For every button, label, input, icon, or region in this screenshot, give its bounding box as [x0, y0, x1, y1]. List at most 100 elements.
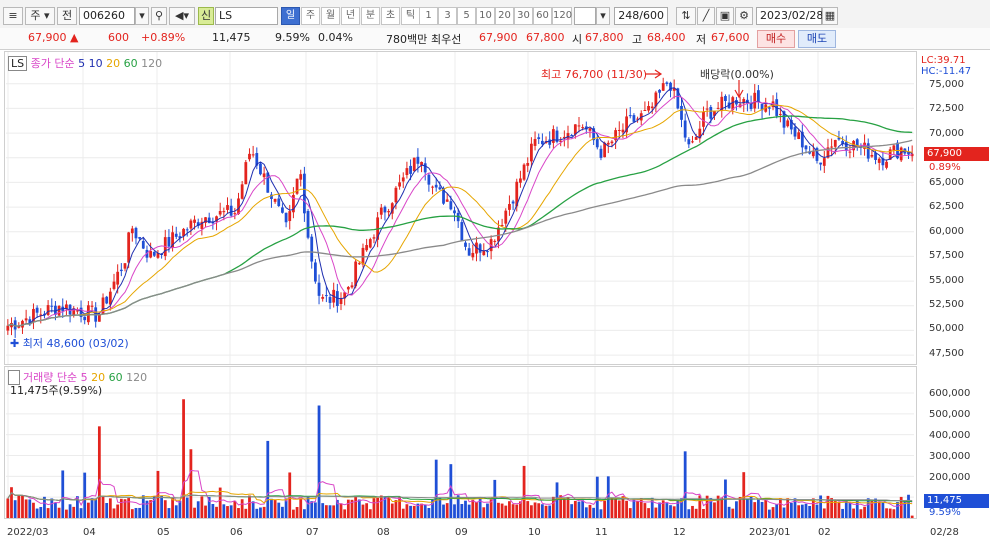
y-label: 50,000	[929, 323, 964, 334]
volume-bar	[108, 498, 112, 518]
volume-bar	[595, 476, 599, 518]
volume-bar	[691, 505, 694, 518]
volume-bar	[313, 502, 317, 518]
x-label: 04	[83, 527, 96, 538]
candle-body	[409, 165, 412, 174]
dividend-arrow	[734, 80, 744, 99]
candle-body	[606, 142, 610, 145]
volume-bar	[332, 505, 336, 518]
volume-bar	[211, 504, 215, 518]
volume-bar	[738, 496, 742, 518]
volume-bar	[804, 503, 808, 518]
volume-bar	[731, 508, 735, 518]
volume-bar	[621, 496, 625, 518]
volume-bar	[215, 506, 218, 518]
candle-body	[617, 129, 621, 131]
volume-bar	[467, 504, 471, 518]
volume-bar	[735, 501, 738, 518]
volume-bar	[72, 506, 76, 518]
volume-bar	[368, 509, 372, 518]
volume-bar	[390, 503, 394, 518]
candle-body	[504, 210, 508, 224]
legend-title: 종가 단순	[30, 57, 75, 70]
candle-body	[57, 305, 61, 316]
candle-body	[486, 251, 489, 253]
volume-bar	[874, 498, 877, 518]
volume-bar	[160, 495, 163, 518]
candle-body	[833, 139, 837, 147]
volume-bar	[866, 498, 870, 518]
volume-bar	[632, 499, 636, 518]
volume-bar	[346, 499, 350, 518]
volume-bar	[398, 496, 401, 518]
volume-bar	[482, 507, 486, 518]
volume-bar	[138, 507, 142, 518]
symbol-tag[interactable]: LS	[8, 56, 28, 71]
stock-chart[interactable]	[0, 0, 990, 544]
volume-bar	[303, 509, 306, 518]
x-label: 06	[230, 527, 243, 538]
volume-bar	[650, 497, 654, 518]
volume-bar	[603, 500, 607, 518]
volume-bar	[599, 509, 603, 518]
candle-body	[218, 210, 222, 215]
candle-body	[427, 174, 431, 185]
candle-body	[90, 305, 94, 307]
x-label: 11	[595, 527, 608, 538]
candle-body	[368, 239, 372, 248]
volume-bar	[540, 504, 544, 518]
volume-bar	[244, 508, 248, 518]
volume-bar	[361, 504, 365, 518]
candle-body	[767, 107, 771, 109]
candle-body	[387, 211, 390, 213]
candle-body	[467, 248, 471, 256]
volume-bar	[196, 501, 200, 518]
volume-bar	[848, 503, 852, 518]
dividend-annotation: 배당락(0.00%)	[700, 68, 774, 81]
candle-body	[431, 186, 434, 188]
volume-bar	[486, 503, 489, 518]
volume-bar	[163, 500, 167, 518]
y-label: 52,500	[929, 299, 964, 310]
candle-body	[112, 281, 116, 289]
volume-bar	[808, 505, 812, 518]
volume-bar	[515, 504, 519, 518]
candle-body	[237, 198, 240, 215]
candle-body	[599, 148, 603, 158]
volume-bar	[321, 503, 325, 518]
candle-body	[877, 158, 881, 163]
x-label: 2022/03	[7, 527, 49, 538]
volume-bar	[852, 508, 855, 518]
candle-body	[453, 210, 456, 214]
volume-bar	[218, 487, 222, 518]
ma120-label: 120	[141, 57, 163, 70]
candle-body	[310, 236, 314, 262]
candle-body	[259, 163, 262, 175]
candle-body	[240, 184, 244, 199]
candle-body	[797, 132, 801, 140]
volume-bar	[46, 508, 50, 518]
volume-bar	[833, 500, 837, 518]
volume-bar	[764, 499, 768, 518]
candle-body	[288, 211, 292, 222]
candle-body	[691, 141, 694, 143]
candle-body	[753, 92, 757, 109]
candle-body	[116, 271, 120, 285]
vol-y-label: 500,000	[929, 409, 971, 420]
volume-bar	[442, 504, 445, 518]
candle-body	[551, 129, 555, 143]
candle-body	[478, 244, 482, 253]
candle-body	[152, 251, 156, 256]
volume-bar	[229, 505, 233, 518]
volume-bar	[376, 497, 380, 518]
candle-body	[35, 307, 39, 313]
volume-bar	[504, 505, 508, 518]
volume-bar	[372, 498, 376, 518]
candle-body	[709, 107, 713, 119]
volume-bar	[475, 502, 478, 518]
volume-bar	[720, 497, 724, 518]
candle-body	[398, 182, 401, 187]
volume-bar	[800, 504, 804, 518]
volume-bar	[548, 505, 552, 518]
candle-body	[786, 120, 790, 127]
